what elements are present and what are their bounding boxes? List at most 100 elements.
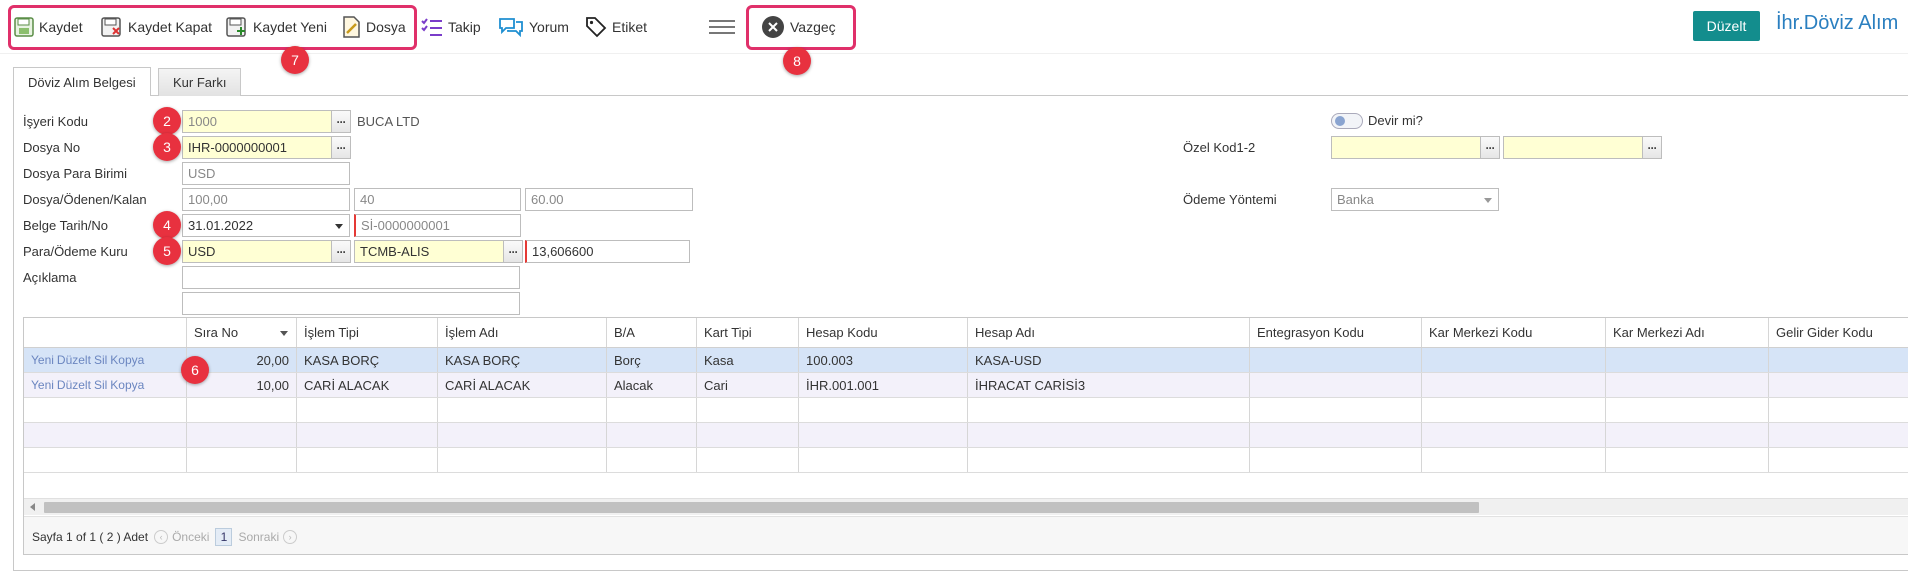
table-cell: [297, 448, 438, 472]
table-cell: [187, 448, 297, 472]
tab-exchange-difference[interactable]: Kur Farkı: [158, 68, 242, 96]
currency-field[interactable]: USD: [182, 240, 332, 263]
header-kart-tipi[interactable]: Kart Tipi: [697, 318, 799, 347]
table-cell: Kasa: [697, 348, 799, 372]
header-kar-merkezi-kodu[interactable]: Kar Merkezi Kodu: [1422, 318, 1606, 347]
prev-page-label: Önceki: [172, 529, 210, 544]
doc-no-field[interactable]: Sİ-0000000001: [354, 214, 521, 237]
header-sira-no-label: Sıra No: [194, 325, 239, 340]
chevron-right-icon: ›: [283, 529, 298, 544]
rate-type-lookup-button[interactable]: ···: [503, 240, 523, 263]
track-label: Takip: [448, 19, 481, 35]
grid-header: Sıra No İşlem Tipi İşlem Adı B/A Kart Ti…: [24, 318, 1908, 348]
chevron-down-icon: [335, 224, 343, 229]
table-row[interactable]: Yeni Düzelt Sil Kopya 10,00 CARİ ALACAK CARİ A…: [24, 373, 1908, 398]
description-field-1[interactable]: [182, 266, 520, 289]
file-amount-field: 100,00: [182, 188, 350, 211]
highlight-box-cancel: [746, 5, 856, 50]
row-actions: [24, 448, 187, 472]
row-actions: Yeni Düzelt Sil Kopya: [24, 373, 187, 397]
current-page[interactable]: 1: [215, 527, 233, 546]
horizontal-scrollbar[interactable]: [24, 498, 1908, 515]
workplace-code-field[interactable]: 1000: [182, 110, 332, 133]
currency-lookup-button[interactable]: ···: [331, 240, 351, 263]
remaining-amount-field: 60.00: [525, 188, 693, 211]
workplace-label: İşyeri Kodu: [23, 114, 89, 129]
row-actions: Yeni Düzelt Sil Kopya: [24, 348, 187, 372]
header-hesap-adi[interactable]: Hesap Adı: [968, 318, 1250, 347]
tag-label: Etiket: [612, 19, 648, 35]
row-action-delete-link[interactable]: Sil: [94, 378, 107, 392]
transfer-toggle[interactable]: [1331, 113, 1363, 129]
file-no-field[interactable]: IHR-0000000001: [182, 136, 332, 159]
header-islem-tipi[interactable]: İşlem Tipi: [297, 318, 438, 347]
special-code-1-field[interactable]: [1331, 136, 1481, 159]
table-cell: [1422, 398, 1606, 422]
header-kar-merkezi-adi[interactable]: Kar Merkezi Adı: [1606, 318, 1769, 347]
row-action-new-link[interactable]: Yeni: [31, 353, 54, 367]
row-action-edit-link[interactable]: Düzelt: [57, 353, 91, 367]
table-cell: 100.003: [799, 348, 968, 372]
badge-6: 6: [181, 356, 209, 384]
track-button[interactable]: Takip: [421, 12, 481, 42]
workplace-name: BUCA LTD: [357, 114, 420, 129]
file-no-lookup-button[interactable]: ···: [331, 136, 351, 159]
description-field-2[interactable]: [182, 292, 520, 315]
doc-date-field[interactable]: 31.01.2022: [182, 214, 350, 237]
comment-icon: [499, 18, 523, 37]
comment-button[interactable]: Yorum: [498, 12, 569, 42]
table-cell: [438, 448, 607, 472]
table-cell: KASA BORÇ: [297, 348, 438, 372]
special-code-label: Özel Kod1-2: [1183, 140, 1256, 155]
prev-page-button[interactable]: ‹ Önceki: [154, 529, 210, 544]
file-currency-field: USD: [182, 162, 350, 185]
table-cell: [1606, 423, 1769, 447]
paid-amount-field: 40: [354, 188, 521, 211]
header-sira-no[interactable]: Sıra No: [187, 318, 297, 347]
row-action-new-link[interactable]: Yeni: [31, 378, 54, 392]
table-cell: Borç: [607, 348, 697, 372]
special-code-2-lookup-button[interactable]: ···: [1642, 136, 1662, 159]
tab-currency-purchase[interactable]: Döviz Alım Belgesi: [13, 67, 151, 96]
next-page-button[interactable]: Sonraki ›: [238, 529, 298, 544]
chevron-left-icon: ‹: [154, 529, 169, 544]
table-cell: [297, 398, 438, 422]
badge-4: 4: [153, 211, 181, 239]
scroll-left-icon[interactable]: [30, 503, 35, 511]
table-cell: [187, 398, 297, 422]
toolbar: Kaydet Kaydet Kapat Kaydet Yeni Dosya Ta…: [0, 0, 1908, 54]
table-cell: [1606, 348, 1769, 372]
menu-button[interactable]: [709, 12, 735, 42]
table-cell: [1422, 448, 1606, 472]
tag-button[interactable]: Etiket: [585, 12, 647, 42]
scrollbar-thumb[interactable]: [44, 502, 1479, 513]
header-hesap-kodu[interactable]: Hesap Kodu: [799, 318, 968, 347]
special-code-2-field[interactable]: [1503, 136, 1643, 159]
special-code-1-lookup-button[interactable]: ···: [1480, 136, 1500, 159]
table-cell: İHR.001.001: [799, 373, 968, 397]
row-action-delete-link[interactable]: Sil: [94, 353, 107, 367]
row-action-copy-link[interactable]: Kopya: [110, 353, 144, 367]
rate-type-field[interactable]: TCMB-ALIS: [354, 240, 504, 263]
row-actions: [24, 398, 187, 422]
header-gelir-gider-kodu[interactable]: Gelir Gider Kodu: [1769, 318, 1908, 347]
header-islem-adi[interactable]: İşlem Adı: [438, 318, 607, 347]
table-cell: İHRACAT CARİSİ3: [968, 373, 1250, 397]
header-ba[interactable]: B/A: [607, 318, 697, 347]
table-cell: [438, 398, 607, 422]
workplace-lookup-button[interactable]: ···: [331, 110, 351, 133]
payment-method-select[interactable]: Banka: [1331, 188, 1499, 211]
header-entegrasyon-kodu[interactable]: Entegrasyon Kodu: [1250, 318, 1422, 347]
edit-button[interactable]: Düzelt: [1693, 11, 1760, 41]
table-cell: [1606, 398, 1769, 422]
row-action-edit-link[interactable]: Düzelt: [57, 378, 91, 392]
table-cell: KASA-USD: [968, 348, 1250, 372]
rate-value-field[interactable]: 13,606600: [525, 240, 690, 263]
row-action-copy-link[interactable]: Kopya: [110, 378, 144, 392]
pager: Sayfa 1 of 1 ( 2 ) Adet ‹ Önceki 1 Sonra…: [24, 516, 1908, 554]
table-row[interactable]: Yeni Düzelt Sil Kopya 20,00 KASA BORÇ KASA BOR…: [24, 348, 1908, 373]
comment-label: Yorum: [529, 19, 569, 35]
table-cell: [799, 448, 968, 472]
currency-rate-label: Para/Ödeme Kuru: [23, 244, 128, 259]
table-row: [24, 423, 1908, 448]
